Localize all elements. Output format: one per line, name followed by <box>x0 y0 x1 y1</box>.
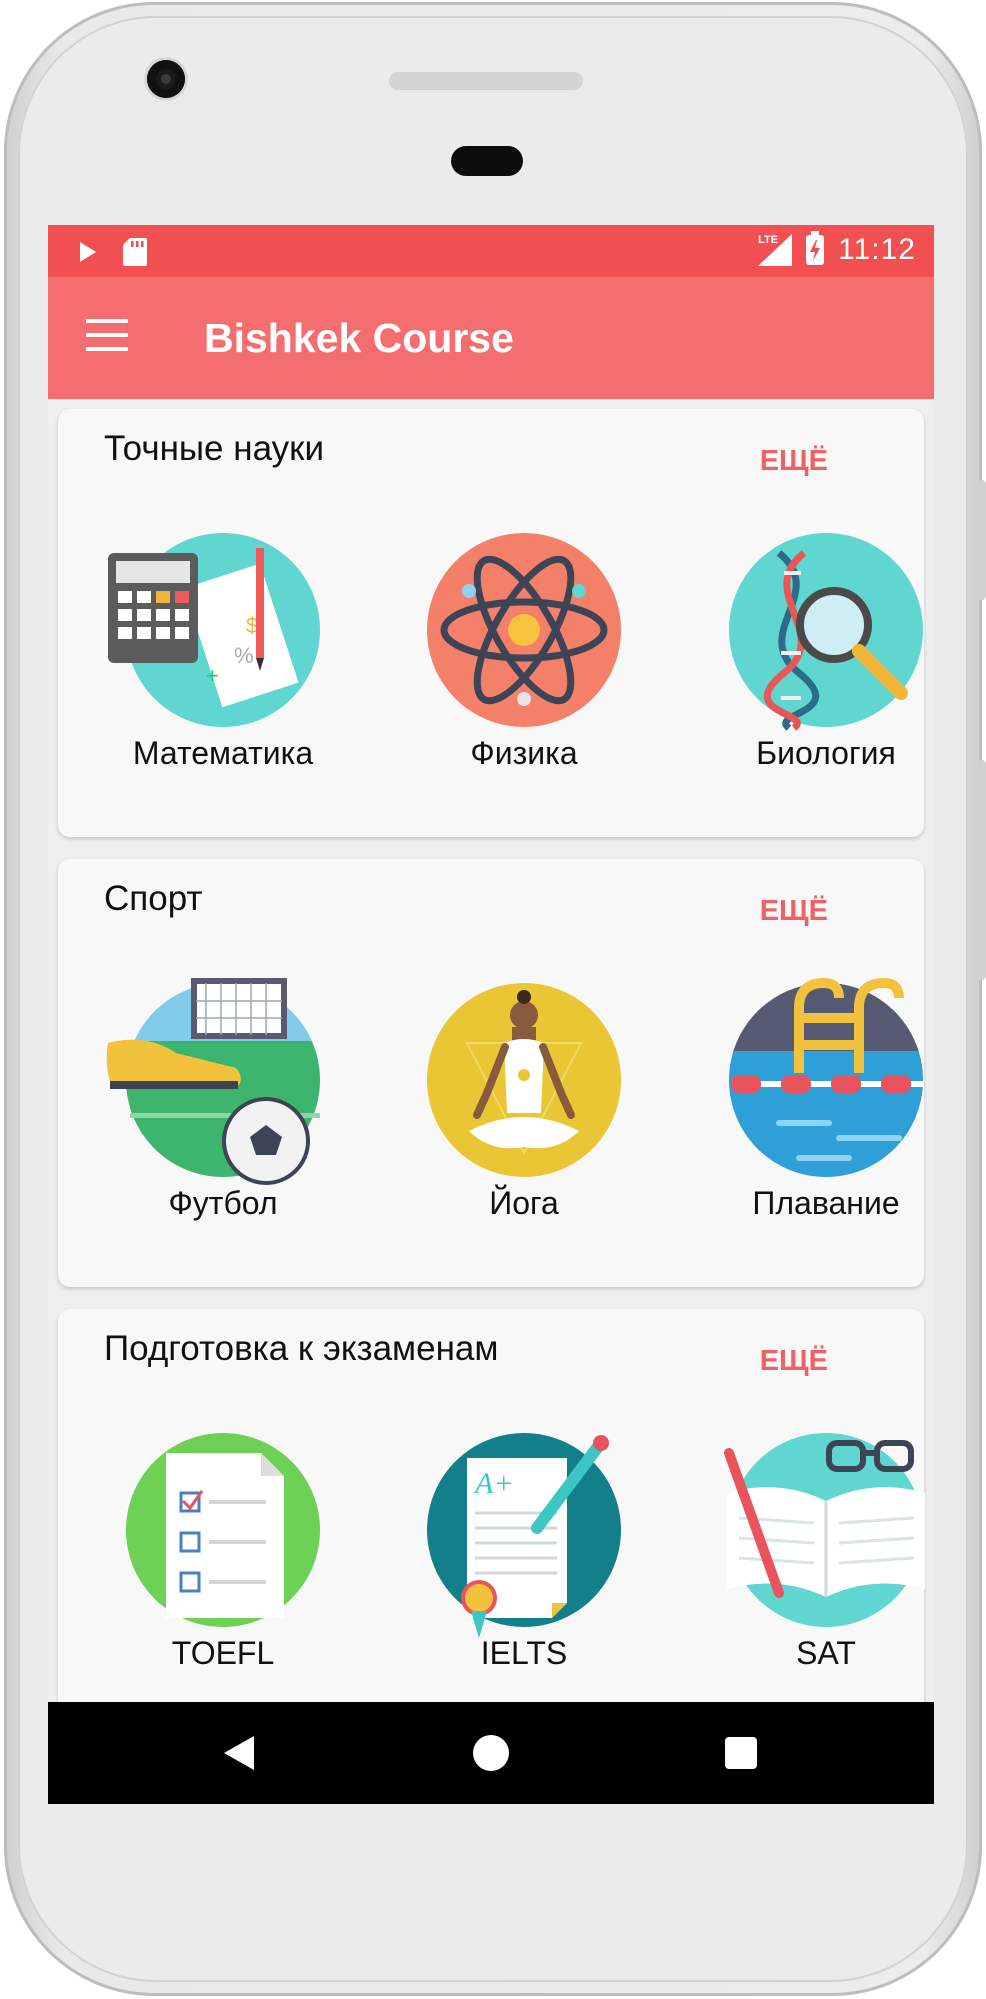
battery-charging-icon <box>806 231 825 265</box>
proximity-sensor <box>451 146 523 176</box>
svg-text:+: + <box>206 663 219 688</box>
network-type: LTE <box>758 234 779 246</box>
section-card-exact-sciences: Точные науки ЕЩЁ $ % + Математика Физика… <box>58 409 924 837</box>
status-time: 11:12 <box>838 233 916 266</box>
section-title: Спорт <box>104 879 203 918</box>
yoga-icon <box>427 983 621 1177</box>
app-bar: Bishkek Course <box>48 277 934 399</box>
course-item-toefl[interactable]: TOEFL <box>98 1433 348 1672</box>
course-item-math[interactable]: $ % + Математика <box>98 533 348 772</box>
more-button[interactable]: ЕЩЁ <box>760 445 828 478</box>
course-item-ielts[interactable]: A+ IELTS <box>399 1433 649 1672</box>
status-bar: LTE 11:12 <box>48 225 934 277</box>
course-item-football[interactable]: Футбол <box>98 978 348 1222</box>
svg-text:%: % <box>234 643 254 668</box>
course-item-biology[interactable]: Биология <box>701 533 934 772</box>
back-icon[interactable] <box>224 1736 254 1770</box>
swimming-pool-icon <box>729 977 923 1177</box>
sd-card-icon <box>123 238 147 266</box>
system-navigation-bar <box>48 1702 934 1804</box>
volume-button <box>976 480 986 600</box>
section-card-exam-prep: Подготовка к экзаменам ЕЩЁ TOEFL A+ IELT… <box>58 1309 925 1737</box>
course-item-yoga[interactable]: Йога <box>399 983 649 1222</box>
football-icon <box>106 978 320 1185</box>
more-button[interactable]: ЕЩЁ <box>760 895 828 928</box>
section-title: Подготовка к экзаменам <box>104 1329 499 1368</box>
app-screen: LTE 11:12 Bishkek Course Точные науки ЕЩ… <box>48 225 934 1804</box>
course-item-swimming[interactable]: Плавание <box>701 977 934 1222</box>
dna-magnifier-icon <box>729 533 923 731</box>
front-camera <box>147 60 185 98</box>
home-icon[interactable] <box>473 1735 509 1771</box>
play-icon <box>80 242 96 262</box>
app-title: Bishkek Course <box>204 315 514 361</box>
section-title: Точные науки <box>104 429 325 468</box>
certificate-icon: A+ <box>427 1433 621 1638</box>
hamburger-menu-icon[interactable] <box>86 319 128 353</box>
power-button <box>976 760 986 980</box>
recent-apps-icon[interactable] <box>725 1737 757 1769</box>
calculator-icon: $ % + <box>108 533 320 727</box>
checklist-icon <box>126 1433 320 1627</box>
atom-icon <box>427 533 621 727</box>
course-item-physics[interactable]: Физика <box>399 533 649 772</box>
more-button[interactable]: ЕЩЁ <box>760 1345 828 1378</box>
course-item-sat[interactable]: SAT <box>701 1433 934 1672</box>
section-card-sport: Спорт ЕЩЁ Футбол Йога Плавание <box>58 859 924 1287</box>
svg-text:A+: A+ <box>473 1467 514 1500</box>
lte-signal-icon: LTE <box>758 234 793 266</box>
open-book-icon <box>724 1433 925 1627</box>
earpiece-speaker <box>389 72 583 90</box>
